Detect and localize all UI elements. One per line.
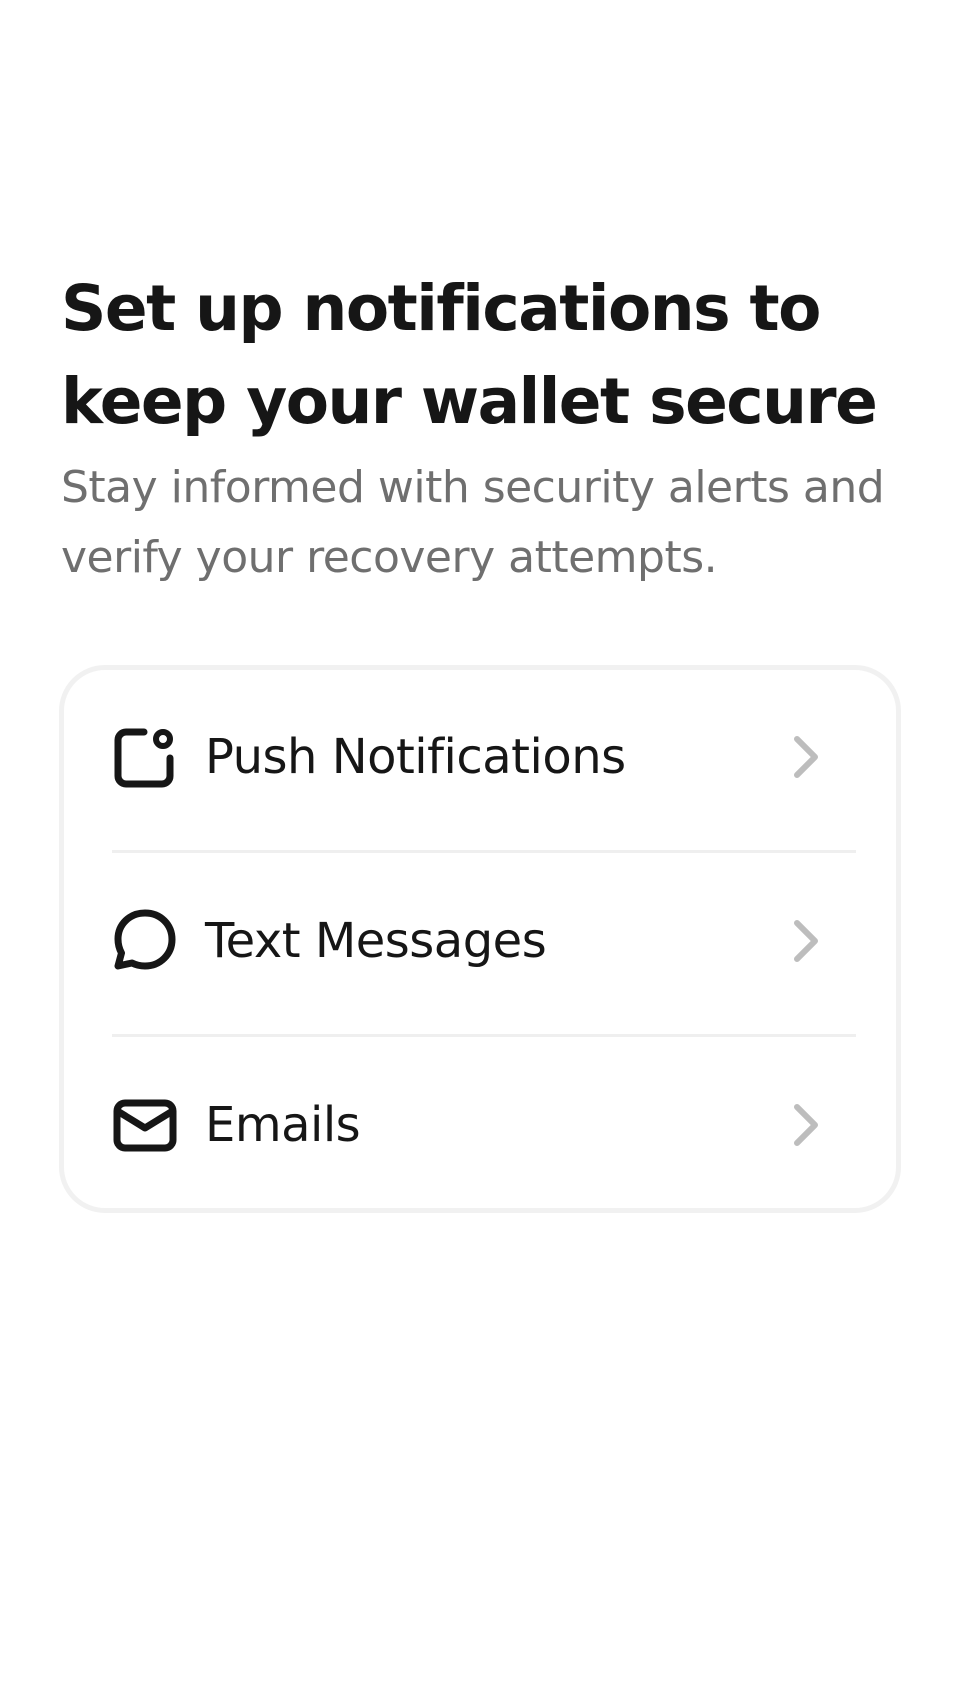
chevron-right-icon [786, 916, 826, 966]
option-label: Emails [205, 1097, 361, 1153]
option-label: Text Messages [205, 913, 547, 969]
notification-options-card: Push Notifications Text Messages Emails [59, 665, 901, 1213]
page-title: Set up notifications to keep your wallet… [61, 272, 878, 438]
chat-bubble-icon [112, 908, 178, 974]
notification-badge-icon [112, 724, 178, 790]
page-subtitle: Stay informed with security alerts and v… [61, 462, 885, 583]
divider [112, 850, 856, 853]
emails-option[interactable]: Emails [112, 1060, 856, 1190]
text-messages-option[interactable]: Text Messages [112, 876, 856, 1006]
divider [112, 1034, 856, 1037]
header-section: Set up notifications to keep your wallet… [61, 262, 911, 593]
chevron-right-icon [786, 1100, 826, 1150]
push-notifications-option[interactable]: Push Notifications [112, 692, 856, 822]
chevron-right-icon [786, 732, 826, 782]
option-label: Push Notifications [205, 729, 626, 785]
envelope-icon [112, 1092, 178, 1158]
